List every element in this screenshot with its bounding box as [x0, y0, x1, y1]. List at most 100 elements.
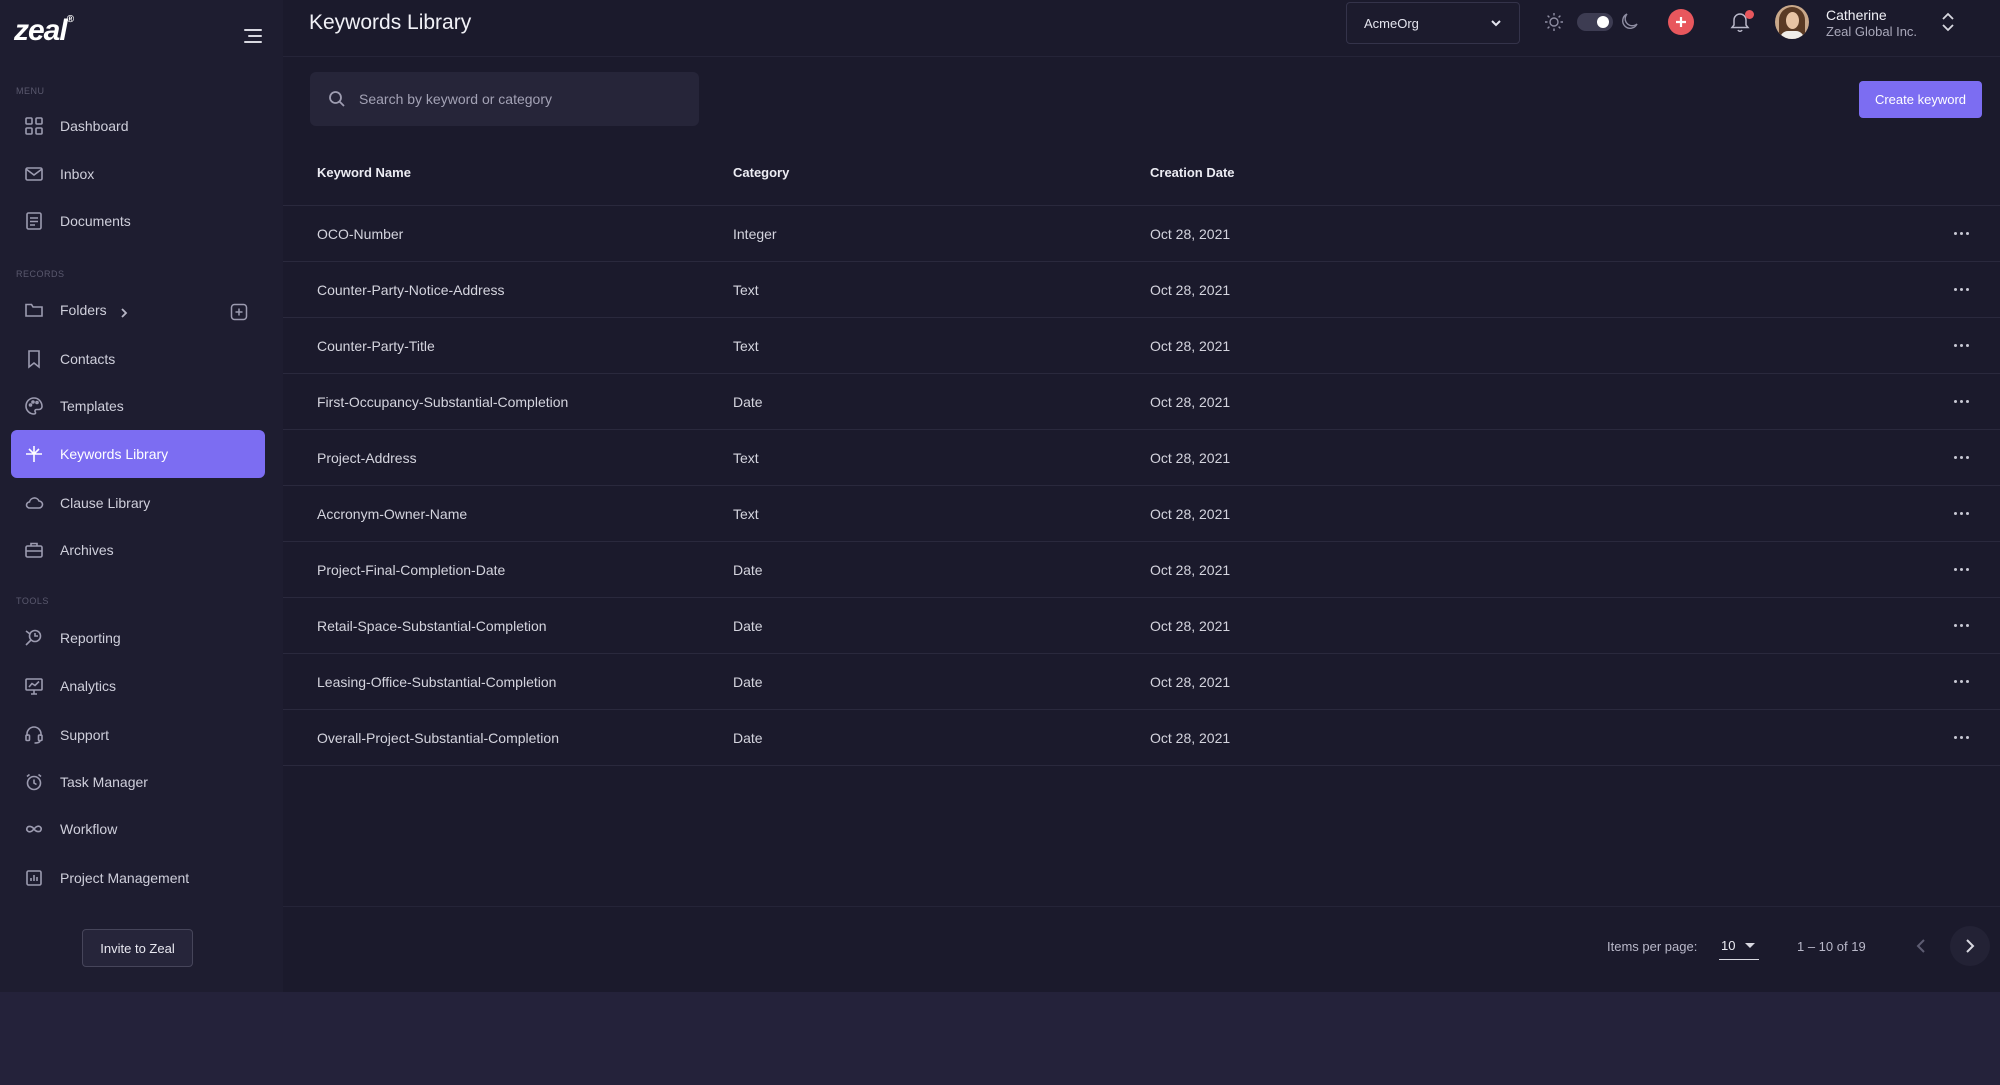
sidebar-item-analytics[interactable]: Analytics: [11, 663, 265, 709]
search-input[interactable]: [359, 91, 679, 107]
sidebar-item-label: Project Management: [60, 870, 190, 886]
sun-icon: [1543, 11, 1565, 33]
search-box[interactable]: [310, 72, 699, 126]
cell-creation-date: Oct 28, 2021: [1150, 562, 1231, 578]
table-row[interactable]: Counter-Party-Title Text Oct 28, 2021: [283, 318, 2000, 374]
more-options-icon[interactable]: [1948, 332, 1974, 358]
org-select[interactable]: AcmeOrg: [1346, 2, 1520, 44]
table-row[interactable]: Accronym-Owner-Name Text Oct 28, 2021: [283, 486, 2000, 542]
sidebar-item-label: Dashboard: [60, 118, 129, 134]
table-row[interactable]: OCO-Number Integer Oct 28, 2021: [283, 206, 2000, 262]
more-options-icon[interactable]: [1948, 612, 1974, 638]
sidebar-item-keywords-library[interactable]: Keywords Library: [11, 430, 265, 478]
sidebar-item-contacts[interactable]: Contacts: [11, 336, 265, 382]
briefcase-icon: [22, 538, 46, 562]
column-header-keyword-name[interactable]: Keyword Name: [317, 165, 411, 180]
notifications-button[interactable]: [1728, 9, 1754, 35]
zeal-logo[interactable]: zeal®: [14, 14, 74, 48]
quick-add-button[interactable]: [1668, 9, 1694, 35]
cell-creation-date: Oct 28, 2021: [1150, 618, 1231, 634]
grid-icon: [22, 114, 46, 138]
table-row[interactable]: Project-Final-Completion-Date Date Oct 28,…: [283, 542, 2000, 598]
sidebar-item-folders[interactable]: Folders: [11, 287, 211, 333]
cell-category: Text: [733, 282, 759, 298]
mail-icon: [22, 162, 46, 186]
more-options-icon[interactable]: [1948, 668, 1974, 694]
sidebar-item-archives[interactable]: Archives: [11, 527, 265, 573]
sidebar-item-dashboard[interactable]: Dashboard: [11, 103, 265, 149]
cell-keyword-name: Leasing-Office-Substantial-Completion: [317, 674, 557, 690]
infinity-icon: [22, 817, 46, 841]
document-icon: [22, 209, 46, 233]
items-per-page-value: 10: [1721, 938, 1736, 953]
items-per-page-label: Items per page:: [1607, 939, 1698, 954]
previous-page-button[interactable]: [1906, 928, 1936, 964]
sidebar-item-inbox[interactable]: Inbox: [11, 151, 265, 197]
cell-keyword-name: Counter-Party-Title: [317, 338, 435, 354]
moon-icon: [1620, 11, 1642, 33]
sidebar: zeal® MENU Dashboard Inbox Documents REC…: [0, 0, 283, 992]
column-header-creation-date[interactable]: Creation Date: [1150, 165, 1235, 180]
sidebar-item-label: Workflow: [60, 821, 118, 837]
sidebar-item-clause-library[interactable]: Clause Library: [11, 480, 265, 526]
sidebar-item-project-management[interactable]: Project Management: [11, 855, 265, 901]
sidebar-item-label: Clause Library: [60, 495, 151, 511]
sidebar-item-documents[interactable]: Documents: [11, 198, 265, 244]
cell-category: Text: [733, 338, 759, 354]
more-options-icon[interactable]: [1948, 556, 1974, 582]
table-row[interactable]: First-Occupancy-Substantial-Completion Da…: [283, 374, 2000, 430]
sidebar-item-task-manager[interactable]: Task Manager: [11, 759, 265, 805]
cloud-icon: [22, 491, 46, 515]
account-switch-icon[interactable]: [1940, 11, 1958, 33]
folder-icon: [22, 298, 46, 322]
caret-down-icon: [1745, 943, 1755, 948]
hamburger-icon[interactable]: [238, 26, 262, 46]
sidebar-item-label: Folders: [60, 302, 107, 318]
cell-category: Integer: [733, 226, 777, 242]
table-row[interactable]: Retail-Space-Substantial-Completion Date O…: [283, 598, 2000, 654]
sidebar-item-templates[interactable]: Templates: [11, 383, 265, 429]
table-row[interactable]: Counter-Party-Notice-Address Text Oct 28, …: [283, 262, 2000, 318]
org-select-value: AcmeOrg: [1364, 15, 1419, 31]
table-row[interactable]: Project-Address Text Oct 28, 2021: [283, 430, 2000, 486]
cell-keyword-name: Project-Address: [317, 450, 417, 466]
cell-creation-date: Oct 28, 2021: [1150, 450, 1231, 466]
add-folder-icon[interactable]: [230, 303, 250, 323]
invite-button[interactable]: Invite to Zeal: [82, 929, 193, 967]
keyword-icon: [22, 442, 46, 466]
items-per-page-select[interactable]: 10: [1719, 932, 1759, 960]
section-label-tools: TOOLS: [16, 596, 49, 606]
cell-creation-date: Oct 28, 2021: [1150, 282, 1231, 298]
avatar[interactable]: [1775, 5, 1809, 39]
sidebar-item-support[interactable]: Support: [11, 712, 265, 758]
cell-category: Date: [733, 730, 763, 746]
more-options-icon[interactable]: [1948, 388, 1974, 414]
chevron-down-icon: [1489, 16, 1503, 30]
sidebar-item-label: Task Manager: [60, 774, 148, 790]
theme-toggle[interactable]: [1577, 13, 1613, 31]
sidebar-item-workflow[interactable]: Workflow: [11, 806, 265, 852]
analytics-icon: [22, 674, 46, 698]
sidebar-item-reporting[interactable]: Reporting: [11, 615, 265, 661]
table-row[interactable]: Overall-Project-Substantial-Completion Da…: [283, 710, 2000, 766]
sidebar-item-label: Support: [60, 727, 110, 743]
column-header-category[interactable]: Category: [733, 165, 789, 180]
headset-icon: [22, 723, 46, 747]
cell-keyword-name: Overall-Project-Substantial-Completion: [317, 730, 559, 746]
toggle-knob: [1597, 16, 1609, 28]
alarm-icon: [22, 770, 46, 794]
table-row[interactable]: Leasing-Office-Substantial-Completion Dat…: [283, 654, 2000, 710]
cell-creation-date: Oct 28, 2021: [1150, 506, 1231, 522]
more-options-icon[interactable]: [1948, 220, 1974, 246]
cell-category: Date: [733, 562, 763, 578]
create-keyword-button[interactable]: Create keyword: [1859, 81, 1982, 118]
next-page-button[interactable]: [1950, 926, 1990, 966]
more-options-icon[interactable]: [1948, 500, 1974, 526]
sidebar-item-label: Reporting: [60, 630, 121, 646]
header-divider: [283, 56, 2000, 57]
chevron-left-icon: [1916, 939, 1925, 953]
more-options-icon[interactable]: [1948, 276, 1974, 302]
more-options-icon[interactable]: [1948, 444, 1974, 470]
cell-keyword-name: OCO-Number: [317, 226, 404, 242]
more-options-icon[interactable]: [1948, 724, 1974, 750]
